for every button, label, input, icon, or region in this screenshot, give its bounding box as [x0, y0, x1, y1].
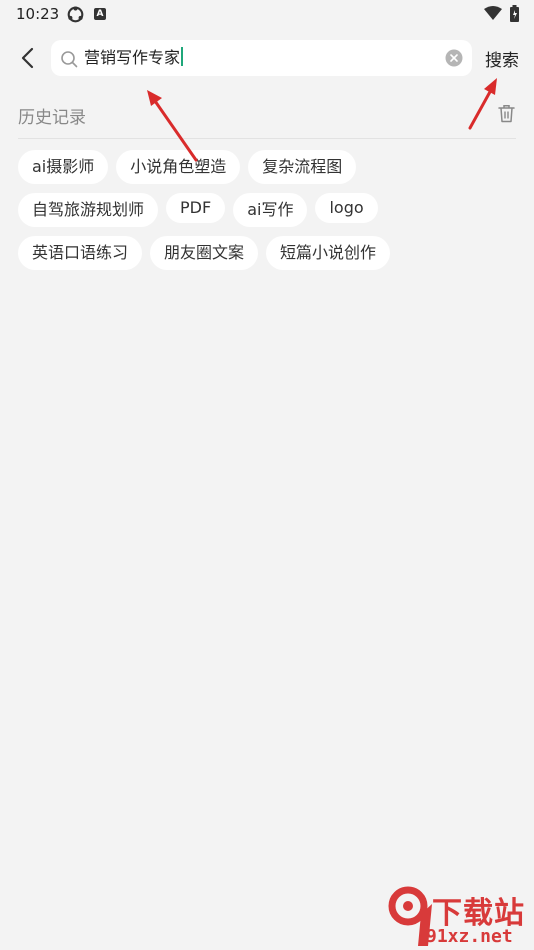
- search-box[interactable]: 营销写作专家: [51, 40, 472, 76]
- chevron-left-icon: [21, 47, 34, 69]
- status-time: 10:23: [16, 5, 60, 23]
- status-bar: 10:23 A: [0, 0, 534, 28]
- battery-icon: [510, 5, 519, 22]
- sync-icon: [67, 6, 84, 23]
- history-tag[interactable]: 自驾旅游规划师: [18, 193, 159, 227]
- search-input[interactable]: 营销写作专家: [84, 40, 434, 76]
- history-row: 英语口语练习 朋友圈文案 短篇小说创作: [18, 236, 518, 270]
- back-button[interactable]: [14, 44, 40, 72]
- annotation-arrows: [147, 78, 497, 162]
- text-caret: [181, 47, 184, 66]
- history-tag[interactable]: PDF: [166, 193, 226, 223]
- history-divider: [18, 138, 516, 139]
- wifi-icon: [484, 6, 502, 20]
- arrow-to-search-button: [468, 78, 497, 130]
- history-tag[interactable]: ai摄影师: [18, 150, 109, 184]
- search-icon: [61, 51, 78, 68]
- clear-circle-icon[interactable]: [445, 49, 463, 67]
- history-tag[interactable]: ai写作: [233, 193, 308, 227]
- search-input-value: 营销写作专家: [84, 48, 181, 67]
- watermark-logo: 下载站 91xz.net: [388, 884, 534, 950]
- history-tag[interactable]: 短篇小说创作: [266, 236, 391, 270]
- history-tags: ai摄影师 小说角色塑造 复杂流程图 自驾旅游规划师 PDF ai写作 logo…: [18, 150, 518, 279]
- watermark-url: 91xz.net: [426, 926, 513, 947]
- trash-icon[interactable]: [498, 104, 515, 123]
- history-tag[interactable]: 复杂流程图: [248, 150, 357, 184]
- history-row: ai摄影师 小说角色塑造 复杂流程图: [18, 150, 518, 184]
- history-title: 历史记录: [18, 108, 86, 128]
- history-tag[interactable]: 朋友圈文案: [150, 236, 259, 270]
- a-notification-icon: A: [94, 8, 106, 20]
- search-button[interactable]: 搜索: [485, 46, 519, 71]
- history-tag[interactable]: 小说角色塑造: [116, 150, 241, 184]
- history-tag[interactable]: logo: [315, 193, 378, 223]
- history-row: 自驾旅游规划师 PDF ai写作 logo: [18, 193, 518, 227]
- history-tag[interactable]: 英语口语练习: [18, 236, 143, 270]
